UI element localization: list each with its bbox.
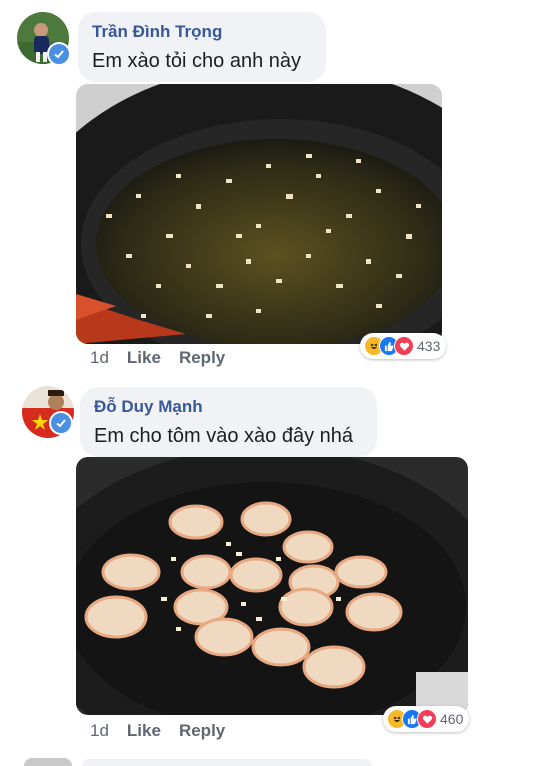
- verified-badge-icon: [49, 411, 73, 435]
- comment-time: 1d: [90, 721, 109, 740]
- love-icon: [417, 709, 437, 729]
- reaction-summary[interactable]: 460: [383, 706, 470, 732]
- comment-bubble: Đỗ Duy Mạnh Em cho tôm vào xào đây nhá: [80, 387, 377, 457]
- comment-2: Đỗ Duy Mạnh Em cho tôm vào xào đây nhá 1…: [0, 0, 540, 766]
- comment-author[interactable]: Đỗ Duy Mạnh: [94, 397, 203, 417]
- shrimp-in-pan-icon: [76, 457, 468, 715]
- reaction-count: 460: [440, 711, 464, 727]
- comment-actions: 1d Like Reply: [90, 721, 225, 741]
- like-link[interactable]: Like: [127, 721, 161, 741]
- next-comment-avatar: [24, 758, 72, 766]
- reply-link[interactable]: Reply: [179, 721, 225, 741]
- comment-text: Em cho tôm vào xào đây nhá: [94, 425, 354, 447]
- comment-photo[interactable]: [76, 457, 468, 715]
- next-comment-bubble: [82, 759, 372, 766]
